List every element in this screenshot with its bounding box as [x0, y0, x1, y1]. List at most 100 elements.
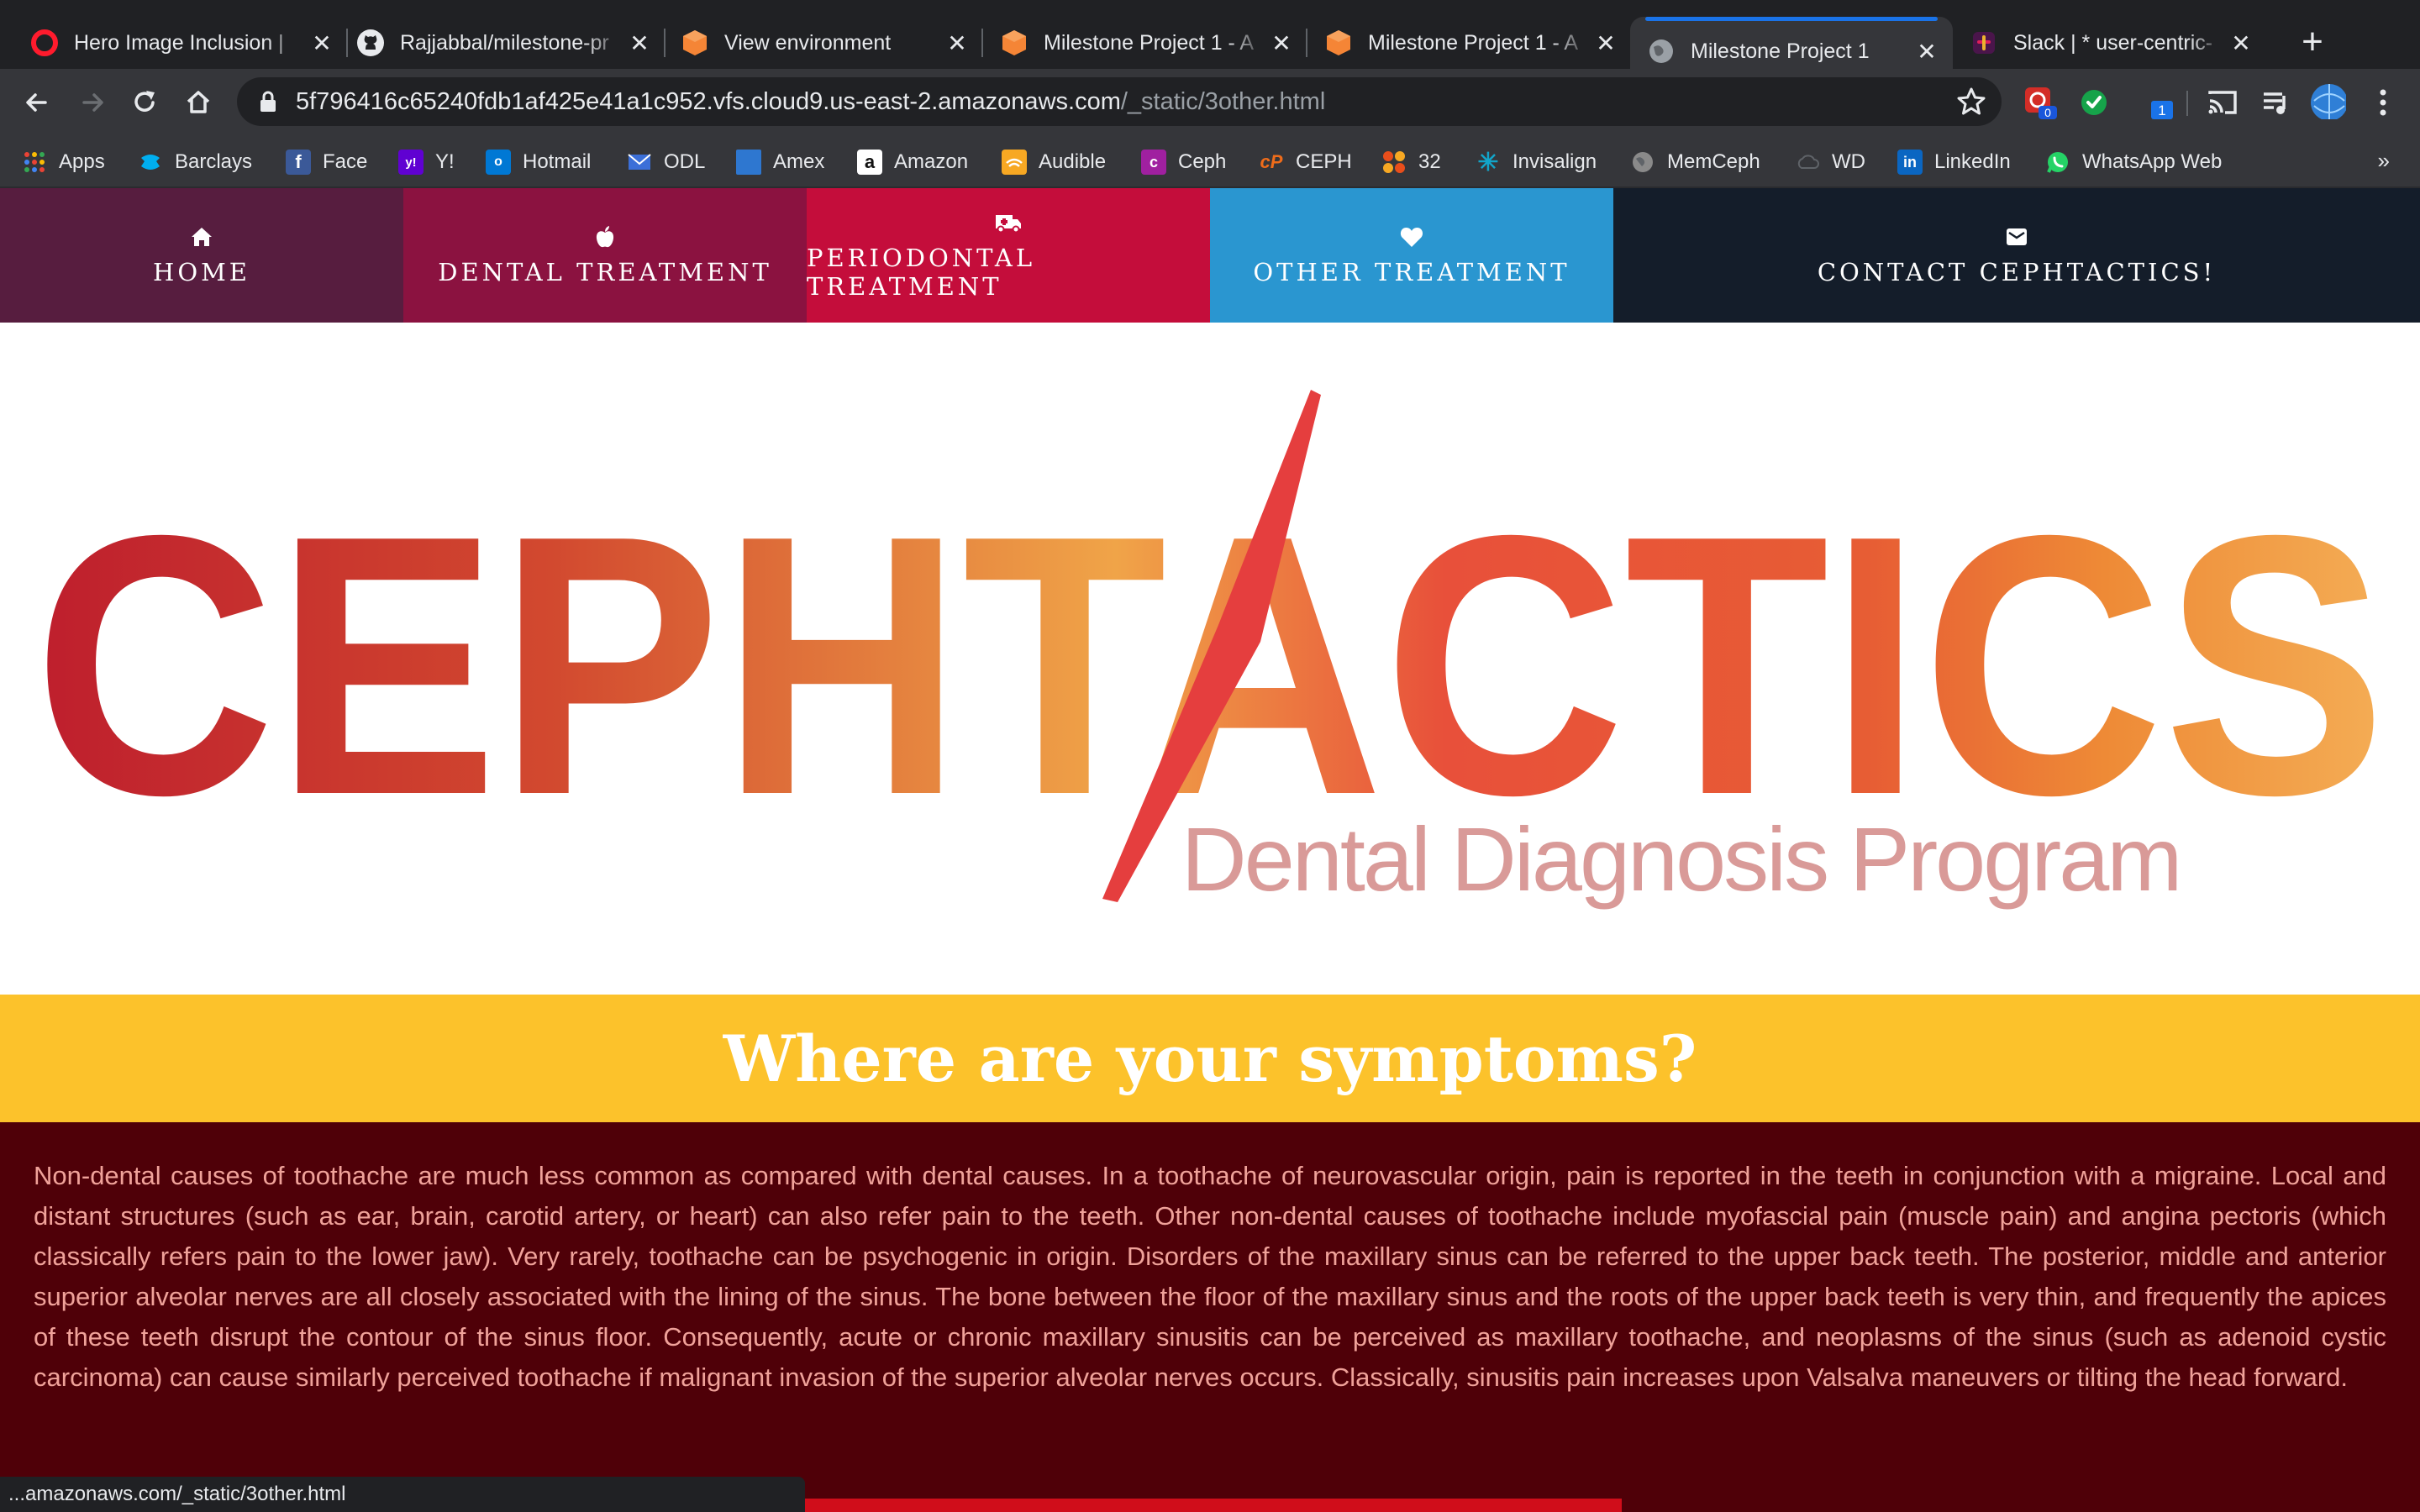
- bookmark-odl[interactable]: ODL: [627, 146, 705, 178]
- bookmarks-overflow-button[interactable]: »: [2378, 148, 2390, 174]
- audible-icon: [1002, 150, 1027, 175]
- url-host: 5f796416c65240fdb1af425e41a1c952.vfs.clo…: [296, 87, 1121, 115]
- site-navbar: HOME DENTAL TREATMENT PERIODONTAL TREATM…: [0, 188, 2420, 323]
- arrow-right-icon: [82, 93, 103, 112]
- bookmark-barclays[interactable]: Barclays: [138, 146, 252, 178]
- bookmark-apps[interactable]: Apps: [22, 146, 105, 178]
- slack-icon: [1970, 29, 1998, 57]
- globe-icon: [1647, 37, 1676, 66]
- browser-tab[interactable]: Rajjabbal/milestone-pr ✕: [348, 17, 666, 69]
- bookmark-linkedin[interactable]: in LinkedIn: [1897, 146, 2011, 178]
- browser-menu-button[interactable]: [2366, 84, 2400, 118]
- tab-title: Milestone Project 1: [1691, 39, 1870, 63]
- nav-dental-treatment[interactable]: DENTAL TREATMENT: [403, 188, 807, 323]
- bookmark-label: Invisalign: [1512, 150, 1597, 173]
- nav-label: CONTACT CEPHTACTICS!: [1817, 258, 2217, 286]
- grammarly-extension-icon[interactable]: [2075, 84, 2112, 121]
- browser-tab[interactable]: Hero Image Inclusion | ✕: [0, 17, 348, 69]
- bookmark-amazon[interactable]: a Amazon: [857, 146, 968, 178]
- browser-tab[interactable]: Milestone Project 1 - A ✕: [983, 17, 1307, 69]
- bookmark-label: WD: [1832, 150, 1865, 173]
- close-tab-icon[interactable]: ✕: [625, 29, 654, 57]
- bookmark-label: WhatsApp Web: [2082, 150, 2223, 173]
- yahoo-icon: y!: [398, 150, 424, 175]
- new-tab-button[interactable]: +: [2294, 24, 2331, 60]
- bookmarks-bar: Apps Barclays f Face y! Y! o Hotmail ODL…: [0, 136, 2420, 188]
- nav-home[interactable]: HOME: [0, 188, 403, 323]
- bookmark-label: Amazon: [894, 150, 969, 173]
- nav-contact[interactable]: CONTACT CEPHTACTICS!: [1613, 188, 2420, 323]
- bookmark-label: MemCeph: [1667, 150, 1760, 173]
- bookmark-label: Ceph: [1178, 150, 1227, 173]
- bookmark-32[interactable]: 32: [1381, 146, 1441, 178]
- close-tab-icon[interactable]: ✕: [2227, 29, 2255, 57]
- browser-status-bar: ...amazonaws.com/_static/3other.html: [0, 1477, 805, 1512]
- envelope-icon: [2007, 228, 2027, 245]
- browser-tab[interactable]: Milestone Project 1 - A ✕: [1307, 17, 1632, 69]
- reload-icon: [134, 91, 155, 112]
- whatsapp-icon: [2045, 150, 2070, 175]
- close-tab-icon[interactable]: ✕: [1912, 37, 1941, 66]
- nav-label: PERIODONTAL TREATMENT: [807, 244, 1036, 301]
- bookmark-whatsapp[interactable]: WhatsApp Web: [2045, 146, 2222, 178]
- bookmark-star-icon[interactable]: [1954, 85, 1988, 118]
- bookmark-label: Face: [323, 150, 368, 173]
- bookmark-ceph[interactable]: c Ceph: [1141, 146, 1226, 178]
- bookmark-audible[interactable]: Audible: [1002, 146, 1106, 178]
- ambulance-icon: [996, 215, 1021, 234]
- heart-icon: [1400, 228, 1423, 247]
- close-tab-icon[interactable]: ✕: [308, 29, 336, 57]
- tab-title: Hero Image Inclusion |: [74, 30, 284, 55]
- bookmark-label: Audible: [1039, 150, 1107, 173]
- tab-counter-extension-icon[interactable]: 1: [2139, 84, 2176, 121]
- tab-title: Rajjabbal/milestone-pr: [400, 30, 609, 55]
- bookmark-label: Y!: [435, 150, 455, 173]
- cast-icon[interactable]: [2203, 84, 2240, 121]
- bookmark-amex[interactable]: Amex: [736, 146, 824, 178]
- browser-tab[interactable]: Slack | * user-centric- ✕: [1953, 17, 2267, 69]
- bookmark-ceph-2[interactable]: cP CEPH: [1259, 146, 1352, 178]
- browser-toolbar: 5f796416c65240fdb1af425e41a1c952.vfs.clo…: [0, 69, 2420, 136]
- bookmark-invisalign[interactable]: ✳ Invisalign: [1476, 146, 1597, 178]
- ceph-icon: c: [1141, 150, 1166, 175]
- close-tab-icon[interactable]: ✕: [1591, 29, 1620, 57]
- tab-title: Milestone Project 1 - A: [1368, 30, 1579, 55]
- bookmark-hotmail[interactable]: o Hotmail: [486, 146, 591, 178]
- opera-icon: [30, 29, 59, 57]
- bookmark-yahoo[interactable]: y! Y!: [398, 146, 455, 178]
- lock-icon: [260, 91, 276, 112]
- profile-avatar[interactable]: [2309, 82, 2346, 119]
- github-icon: [356, 29, 385, 57]
- footer-segment: [805, 1499, 1622, 1512]
- nav-label: OTHER TREATMENT: [1253, 258, 1570, 286]
- toolbar-divider: [2186, 91, 2188, 116]
- linkedin-icon: in: [1897, 150, 1923, 175]
- nav-other-treatment[interactable]: OTHER TREATMENT: [1210, 188, 1613, 323]
- mail-icon: [627, 150, 652, 175]
- home-icon: [187, 91, 210, 113]
- media-control-icon[interactable]: [2257, 84, 2294, 121]
- browser-tab[interactable]: View environment ✕: [666, 17, 983, 69]
- close-tab-icon[interactable]: ✕: [1267, 29, 1296, 57]
- address-bar[interactable]: 5f796416c65240fdb1af425e41a1c952.vfs.clo…: [237, 77, 2002, 126]
- outlook-icon: o: [486, 150, 511, 175]
- nav-periodontal-treatment[interactable]: PERIODONTAL TREATMENT: [807, 188, 1210, 323]
- bookmark-memceph[interactable]: MemCeph: [1630, 146, 1760, 178]
- nav-label: HOME: [153, 258, 250, 286]
- reload-button[interactable]: [128, 86, 161, 119]
- bookmark-face[interactable]: f Face: [286, 146, 367, 178]
- back-button[interactable]: [20, 86, 54, 119]
- lastpass-extension-icon[interactable]: 0: [2022, 84, 2059, 121]
- cloud-icon: [1795, 150, 1820, 175]
- bookmark-label: CEPH: [1296, 150, 1352, 173]
- active-tab-indicator: [1645, 17, 1938, 21]
- bookmark-wd[interactable]: WD: [1795, 146, 1865, 178]
- close-tab-icon[interactable]: ✕: [943, 29, 971, 57]
- amex-icon: [736, 150, 761, 175]
- forward-button[interactable]: [76, 86, 109, 119]
- footer-segment: [1622, 1499, 2420, 1512]
- tab-title: View environment: [724, 30, 892, 55]
- aws-cube-icon: [1324, 29, 1353, 57]
- ceph-orange-icon: cP: [1260, 151, 1283, 172]
- home-button[interactable]: [182, 86, 215, 119]
